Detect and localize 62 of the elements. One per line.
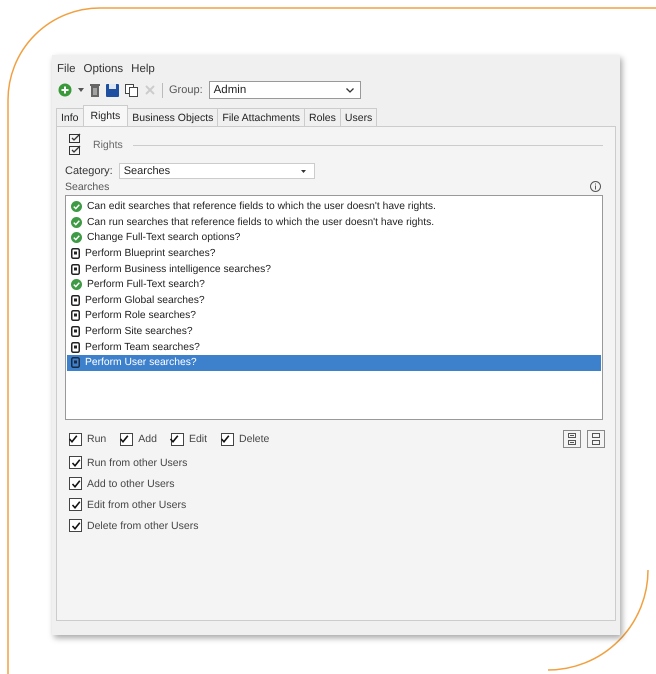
- tab[interactable]: Rights: [82, 105, 128, 126]
- tab[interactable]: Info: [56, 108, 84, 126]
- checkbox[interactable]: Delete: [221, 432, 270, 446]
- checkbox[interactable]: Edit: [170, 432, 208, 446]
- checkmark-icon: [70, 458, 80, 468]
- list-item[interactable]: Perform Team searches?: [67, 339, 601, 355]
- checkbox[interactable]: Edit from other Users: [69, 498, 603, 511]
- copy-icon[interactable]: [125, 84, 138, 96]
- info-icon[interactable]: [590, 181, 601, 192]
- checkmark-icon: [70, 500, 80, 510]
- list-title: Searches: [65, 181, 110, 193]
- list-item[interactable]: Perform Role searches?: [67, 308, 601, 324]
- checkmark-icon: [169, 434, 180, 444]
- checkbox[interactable]: Run: [69, 432, 106, 446]
- add-icon[interactable]: [58, 83, 72, 97]
- list-item[interactable]: Perform User searches?: [67, 354, 601, 371]
- trash-icon[interactable]: [90, 84, 100, 96]
- check-circle-icon: [71, 216, 82, 228]
- lock-icon: [71, 294, 80, 306]
- lock-icon: [71, 342, 80, 353]
- check-circle-icon: [71, 279, 82, 290]
- lock-icon: [71, 357, 80, 368]
- checkbox[interactable]: Run from other Users: [69, 456, 603, 469]
- check-circle-icon: [71, 232, 82, 244]
- tab[interactable]: Business Objects: [127, 108, 218, 126]
- category-dropdown[interactable]: Searches: [118, 163, 315, 179]
- caret-icon[interactable]: [78, 88, 84, 92]
- menu-item[interactable]: File: [57, 63, 76, 75]
- checkmark-icon: [70, 520, 80, 530]
- lock-icon: [71, 310, 80, 322]
- checkmark-icon: [70, 478, 80, 488]
- checkmark-icon: [220, 434, 230, 444]
- tab[interactable]: Users: [340, 108, 378, 126]
- list-item[interactable]: Can edit searches that reference fields to which the user doesn't have rights.: [67, 199, 601, 215]
- checkbox[interactable]: Add to other Users: [69, 477, 603, 490]
- checklist-icon: [69, 133, 83, 157]
- chevron-down-icon: [346, 88, 354, 92]
- lock-icon: [71, 248, 80, 260]
- list-item[interactable]: Perform Blueprint searches?: [67, 246, 601, 262]
- group-label: Group:: [169, 84, 203, 96]
- list-item[interactable]: Change Full-Text search options?: [67, 230, 601, 246]
- menu-item[interactable]: Help: [131, 63, 155, 75]
- section-title: Rights: [93, 139, 123, 151]
- expand-icon[interactable]: [563, 430, 581, 448]
- caret-icon: [300, 170, 306, 172]
- checkbox[interactable]: Delete from other Users: [69, 519, 603, 532]
- save-icon[interactable]: [106, 84, 119, 96]
- checkmark-icon: [68, 434, 78, 444]
- group-dropdown[interactable]: Admin: [208, 81, 361, 99]
- list-item[interactable]: Perform Global searches?: [67, 292, 601, 308]
- list-item[interactable]: Perform Site searches?: [67, 324, 601, 340]
- lock-icon: [71, 264, 80, 275]
- collapse-icon[interactable]: [587, 430, 605, 448]
- list-item[interactable]: Perform Full-Text search?: [67, 276, 601, 293]
- category-label: Category:: [65, 165, 113, 177]
- lock-icon: [71, 326, 80, 338]
- checkmark-icon: [118, 434, 129, 444]
- checkbox[interactable]: Add: [120, 432, 157, 446]
- menu-item[interactable]: Options: [84, 63, 124, 75]
- list-item[interactable]: Perform Business intelligence searches?: [67, 261, 601, 277]
- check-circle-icon: [71, 201, 82, 212]
- list-item[interactable]: Can run searches that reference fields to which the user doesn't have rights.: [67, 214, 601, 230]
